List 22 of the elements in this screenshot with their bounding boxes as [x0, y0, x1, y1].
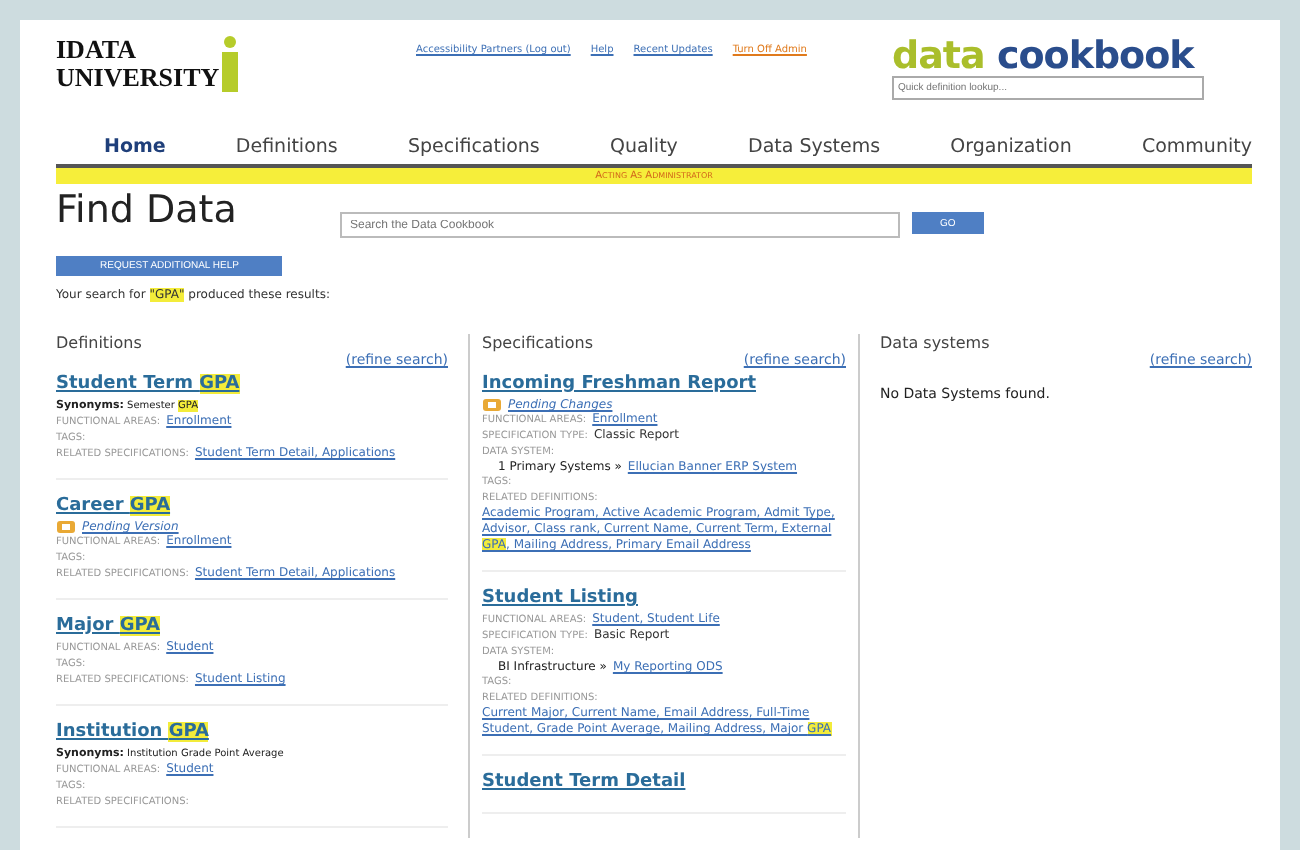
- pending-icon: [56, 520, 76, 534]
- nav-tab[interactable]: Home: [104, 136, 166, 158]
- figure-icon: [219, 36, 240, 92]
- nav-tab[interactable]: Community: [1141, 136, 1252, 158]
- column-heading: Definitions: [56, 334, 144, 352]
- result-title[interactable]: Major GPA: [56, 616, 448, 636]
- result-title[interactable]: Student Term GPA: [56, 374, 448, 394]
- nav-tab[interactable]: Data Systems: [748, 136, 881, 158]
- pending-icon: [482, 398, 502, 412]
- result-title[interactable]: Student Term Detail: [482, 772, 846, 792]
- nav-tab[interactable]: Organization: [950, 136, 1072, 158]
- nav-tab[interactable]: Specifications: [407, 136, 540, 158]
- cookbook-logo: data cookbook: [892, 36, 1194, 76]
- column-heading: Specifications: [482, 334, 596, 352]
- nav-tab[interactable]: Quality: [609, 136, 678, 158]
- column-heading: Data systems: [880, 334, 992, 352]
- nav-tab[interactable]: Definitions: [235, 136, 338, 158]
- page-title: Find Data: [56, 188, 237, 232]
- result-title[interactable]: Career GPA: [56, 496, 448, 516]
- result-title[interactable]: Incoming Freshman Report: [482, 374, 846, 394]
- university-logo-text: IDATA UNIVERSITY: [56, 36, 220, 92]
- result-title[interactable]: Student Listing: [482, 588, 846, 608]
